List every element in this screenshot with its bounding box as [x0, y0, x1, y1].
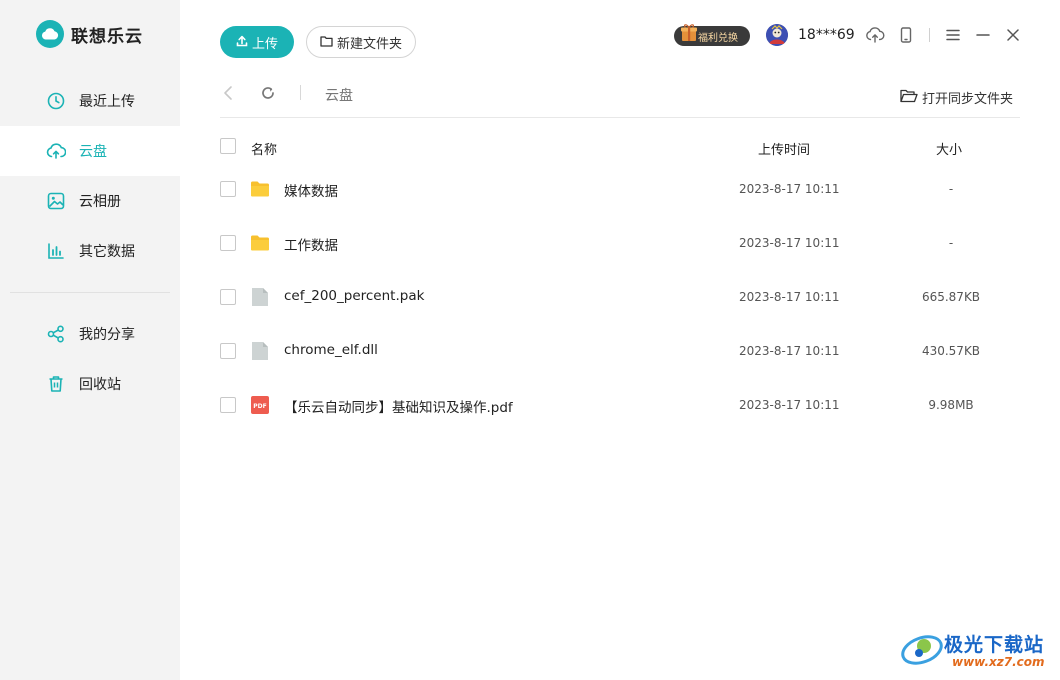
file-name: cef_200_percent.pak — [284, 288, 425, 304]
sidebar-item-label: 其它数据 — [79, 244, 135, 260]
refresh-icon[interactable] — [258, 83, 278, 103]
upload-label: 上传 — [251, 35, 278, 51]
file-icon — [250, 287, 270, 307]
upload-button[interactable]: 上传 — [220, 26, 294, 58]
row-checkbox[interactable] — [220, 181, 236, 197]
table-row[interactable]: PDF 【乐云自动同步】基础知识及操作.pdf 2023-8-17 10:11 … — [210, 378, 1030, 432]
upload-time: 2023-8-17 10:11 — [739, 182, 840, 196]
upload-time: 2023-8-17 10:11 — [739, 236, 840, 250]
row-checkbox[interactable] — [220, 289, 236, 305]
file-name: 工作数据 — [284, 238, 338, 254]
bar-chart-icon — [46, 241, 66, 261]
sidebar-item-cloud-album[interactable]: 云相册 — [0, 176, 180, 226]
open-sync-folder-label: 打开同步文件夹 — [922, 92, 1014, 107]
upload-time: 2023-8-17 10:11 — [739, 290, 840, 304]
trash-icon — [46, 374, 66, 394]
sidebar-item-label: 云盘 — [79, 144, 107, 160]
site-watermark: 极光下载站 www.xz7.com — [900, 626, 1052, 672]
sidebar-item-label: 最近上传 — [79, 94, 135, 110]
sidebar-divider — [10, 292, 170, 293]
image-icon — [46, 191, 66, 211]
file-size: - — [948, 236, 954, 250]
app-logo: 联想乐云 — [36, 20, 143, 48]
welfare-label: 福利兑换 — [698, 32, 738, 44]
watermark-text: 极光下载站 — [944, 634, 1045, 656]
sidebar-item-label: 云相册 — [79, 194, 121, 210]
file-size: 665.87KB — [921, 290, 981, 304]
sidebar-item-recent-uploads[interactable]: 最近上传 — [0, 76, 180, 126]
welfare-exchange-button[interactable]: 福利兑换 — [674, 24, 750, 46]
close-icon[interactable] — [1002, 24, 1024, 46]
sidebar-item-my-shares[interactable]: 我的分享 — [0, 309, 180, 359]
folder-icon — [250, 233, 270, 253]
app-name: 联想乐云 — [71, 26, 143, 47]
row-checkbox[interactable] — [220, 397, 236, 413]
pdf-icon: PDF — [250, 395, 270, 415]
transfer-cloud-icon[interactable] — [864, 24, 886, 46]
upload-time: 2023-8-17 10:11 — [739, 398, 840, 412]
table-row[interactable]: 工作数据 2023-8-17 10:11 - — [210, 216, 1030, 270]
new-folder-label: 新建文件夹 — [336, 35, 402, 51]
sidebar-item-label: 回收站 — [79, 377, 121, 393]
select-all-checkbox[interactable] — [220, 138, 236, 154]
back-arrow-icon[interactable] — [218, 83, 238, 103]
file-icon — [250, 341, 270, 361]
share-icon — [46, 324, 66, 344]
username: 18***69 — [798, 27, 855, 43]
menu-icon[interactable] — [942, 24, 964, 46]
upload-time: 2023-8-17 10:11 — [739, 344, 840, 358]
file-name: chrome_elf.dll — [284, 342, 378, 358]
mobile-phone-icon[interactable] — [895, 24, 917, 46]
nav-separator — [300, 85, 301, 100]
table-row[interactable]: 媒体数据 2023-8-17 10:11 - — [210, 162, 1030, 216]
gift-box-icon — [678, 22, 700, 44]
avatar[interactable] — [766, 24, 788, 46]
file-name: 媒体数据 — [284, 184, 338, 200]
column-header-upload-time[interactable]: 上传时间 — [758, 139, 810, 158]
toolbar-separator — [929, 28, 930, 42]
folder-outline-icon — [320, 35, 333, 50]
breadcrumb[interactable]: 云盘 — [325, 85, 353, 105]
file-size: - — [948, 182, 954, 196]
sidebar-item-other-data[interactable]: 其它数据 — [0, 226, 180, 276]
clock-icon — [46, 91, 66, 111]
svg-text:PDF: PDF — [253, 403, 266, 410]
cloud-upload-icon — [46, 141, 66, 161]
file-size: 9.98MB — [928, 398, 974, 412]
column-header-name[interactable]: 名称 — [251, 139, 277, 158]
sidebar-item-recycle-bin[interactable]: 回收站 — [0, 359, 180, 409]
sidebar-item-cloud-disk[interactable]: 云盘 — [0, 126, 180, 176]
open-folder-icon — [900, 89, 918, 107]
file-size: 430.57KB — [921, 344, 981, 358]
folder-icon — [250, 179, 270, 199]
open-sync-folder-button[interactable]: 打开同步文件夹 — [900, 88, 1013, 107]
table-row[interactable]: chrome_elf.dll 2023-8-17 10:11 430.57KB — [210, 324, 1030, 378]
new-folder-button[interactable]: 新建文件夹 — [306, 26, 416, 58]
toolbar-divider — [220, 117, 1020, 118]
minimize-icon[interactable] — [972, 24, 994, 46]
column-header-size[interactable]: 大小 — [936, 139, 962, 158]
sidebar: 联想乐云 最近上传 云盘 云相册 其它数据 我的分享 回收站 — [0, 0, 180, 680]
upload-icon — [236, 35, 248, 50]
file-name: 【乐云自动同步】基础知识及操作.pdf — [284, 400, 513, 416]
row-checkbox[interactable] — [220, 343, 236, 359]
sidebar-item-label: 我的分享 — [79, 327, 135, 343]
cloud-logo-icon — [36, 20, 64, 48]
table-row[interactable]: cef_200_percent.pak 2023-8-17 10:11 665.… — [210, 270, 1030, 324]
watermark-url: www.xz7.com — [952, 655, 1045, 669]
row-checkbox[interactable] — [220, 235, 236, 251]
watermark-logo-icon — [901, 635, 943, 665]
